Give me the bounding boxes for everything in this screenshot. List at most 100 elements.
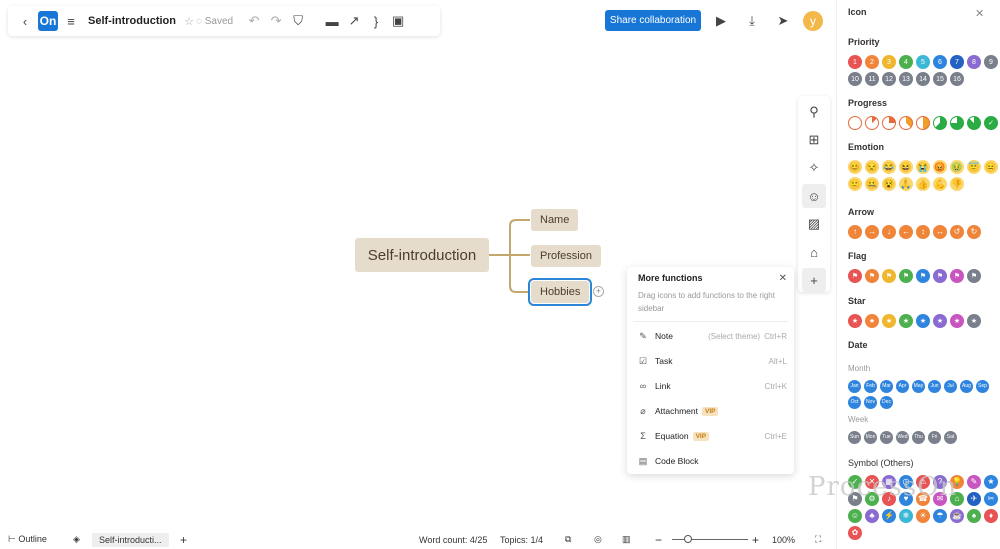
structure-icon[interactable]: ⊞ xyxy=(802,128,826,152)
arrow-3-icon[interactable]: ← xyxy=(899,225,913,239)
month-jun-icon[interactable]: Jun xyxy=(928,380,941,393)
flag-7-icon[interactable]: ⚑ xyxy=(967,269,981,283)
priority-5-icon[interactable]: 5 xyxy=(916,55,930,69)
emotion-8-icon[interactable]: 😐 xyxy=(984,160,998,174)
arrow-5-icon[interactable]: ↔ xyxy=(933,225,947,239)
month-apr-icon[interactable]: Apr xyxy=(896,380,909,393)
add-topic-icon[interactable]: + xyxy=(593,286,604,297)
star-2-icon[interactable]: ★ xyxy=(882,314,896,328)
month-may-icon[interactable]: May xyxy=(912,380,925,393)
priority-8-icon[interactable]: 8 xyxy=(967,55,981,69)
root-topic[interactable]: Self-introduction xyxy=(355,238,489,272)
add-sheet-icon[interactable]: + xyxy=(180,533,187,547)
emotion-5-icon[interactable]: 😡 xyxy=(933,160,947,174)
week-mon-icon[interactable]: Mon xyxy=(864,431,877,444)
emotion-12-icon[interactable]: 🙏 xyxy=(899,177,913,191)
week-thu-icon[interactable]: Thu xyxy=(912,431,925,444)
emotion-0-icon[interactable]: 😊 xyxy=(848,160,862,174)
function-code-block[interactable]: ▤ Code Block xyxy=(637,453,787,469)
image-icon[interactable]: ▨ xyxy=(802,212,826,236)
emotion-10-icon[interactable]: 🤐 xyxy=(865,177,879,191)
zoom-slider-knob[interactable] xyxy=(684,535,692,543)
progress-4-icon[interactable] xyxy=(916,116,930,130)
emotion-1-icon[interactable]: 😒 xyxy=(865,160,879,174)
fit-icon[interactable]: ⧉ xyxy=(565,534,571,545)
locate-icon[interactable]: ◎ xyxy=(594,534,602,545)
style-settings-icon[interactable]: ⚲ xyxy=(802,100,826,124)
symbol-25-icon[interactable]: ♠ xyxy=(967,509,981,523)
week-wed-icon[interactable]: Wed xyxy=(896,431,909,444)
star-3-icon[interactable]: ★ xyxy=(899,314,913,328)
week-tue-icon[interactable]: Tue xyxy=(880,431,893,444)
zoom-in-icon[interactable]: + xyxy=(752,533,759,547)
star-6-icon[interactable]: ★ xyxy=(950,314,964,328)
theme-icon[interactable]: ✧ xyxy=(802,156,826,180)
flag-6-icon[interactable]: ⚑ xyxy=(950,269,964,283)
emotion-14-icon[interactable]: 💪 xyxy=(933,177,947,191)
symbol-19-icon[interactable]: ♣ xyxy=(865,509,879,523)
progress-3-icon[interactable] xyxy=(899,116,913,130)
progress-1-icon[interactable] xyxy=(865,116,879,130)
layers-icon[interactable]: ◈ xyxy=(73,534,80,545)
map-icon[interactable]: ▥ xyxy=(622,534,631,545)
symbol-21-icon[interactable]: ❄ xyxy=(899,509,913,523)
close-icon[interactable]: ✕ xyxy=(975,7,984,20)
flag-5-icon[interactable]: ⚑ xyxy=(933,269,947,283)
flag-3-icon[interactable]: ⚑ xyxy=(899,269,913,283)
emotion-13-icon[interactable]: 👍 xyxy=(916,177,930,191)
star-4-icon[interactable]: ★ xyxy=(916,314,930,328)
priority-6-icon[interactable]: 6 xyxy=(933,55,947,69)
emotion-6-icon[interactable]: 🤢 xyxy=(950,160,964,174)
symbol-20-icon[interactable]: ⚡ xyxy=(882,509,896,523)
symbol-17-icon[interactable]: ✂ xyxy=(984,492,998,506)
topic-profession[interactable]: Profession xyxy=(531,245,601,267)
progress-2-icon[interactable] xyxy=(882,116,896,130)
arrow-4-icon[interactable]: ↕ xyxy=(916,225,930,239)
week-sun-icon[interactable]: Sun xyxy=(848,431,861,444)
priority-12-icon[interactable]: 12 xyxy=(882,72,896,86)
priority-1-icon[interactable]: 1 xyxy=(848,55,862,69)
emotion-7-icon[interactable]: 😇 xyxy=(967,160,981,174)
fullscreen-icon[interactable]: ⛶ xyxy=(815,534,821,545)
emotion-15-icon[interactable]: 👎 xyxy=(950,177,964,191)
month-jul-icon[interactable]: Jul xyxy=(944,380,957,393)
close-icon[interactable]: ✕ xyxy=(779,273,787,284)
emotion-9-icon[interactable]: 🙂 xyxy=(848,177,862,191)
priority-10-icon[interactable]: 10 xyxy=(848,72,862,86)
flag-4-icon[interactable]: ⚑ xyxy=(916,269,930,283)
month-aug-icon[interactable]: Aug xyxy=(960,380,973,393)
tag-icon[interactable]: ⌂ xyxy=(802,240,826,264)
arrow-0-icon[interactable]: ↑ xyxy=(848,225,862,239)
priority-4-icon[interactable]: 4 xyxy=(899,55,913,69)
priority-15-icon[interactable]: 15 xyxy=(933,72,947,86)
progress-6-icon[interactable] xyxy=(950,116,964,130)
symbol-23-icon[interactable]: ☂ xyxy=(933,509,947,523)
arrow-7-icon[interactable]: ↻ xyxy=(967,225,981,239)
flag-1-icon[interactable]: ⚑ xyxy=(865,269,879,283)
star-7-icon[interactable]: ★ xyxy=(967,314,981,328)
emoji-icon[interactable]: ☺ xyxy=(802,184,826,208)
month-dec-icon[interactable]: Dec xyxy=(880,396,893,409)
priority-7-icon[interactable]: 7 xyxy=(950,55,964,69)
priority-2-icon[interactable]: 2 xyxy=(865,55,879,69)
emotion-11-icon[interactable]: 😵 xyxy=(882,177,896,191)
month-mar-icon[interactable]: Mar xyxy=(880,380,893,393)
arrow-2-icon[interactable]: ↓ xyxy=(882,225,896,239)
progress-0-icon[interactable] xyxy=(848,116,862,130)
progress-7-icon[interactable] xyxy=(967,116,981,130)
progress-5-icon[interactable] xyxy=(933,116,947,130)
function-equation[interactable]: Σ Equation VIP Ctrl+E xyxy=(637,428,787,444)
symbol-26-icon[interactable]: ♦ xyxy=(984,509,998,523)
function-link[interactable]: ∞ Link Ctrl+K xyxy=(637,378,787,394)
star-5-icon[interactable]: ★ xyxy=(933,314,947,328)
progress-8-icon[interactable]: ✓ xyxy=(984,116,998,130)
more-functions-icon[interactable]: + xyxy=(802,268,826,292)
priority-9-icon[interactable]: 9 xyxy=(984,55,998,69)
outline-toggle[interactable]: ⊢ Outline xyxy=(8,534,47,545)
function-task[interactable]: ☑ Task Alt+L xyxy=(637,353,787,369)
priority-11-icon[interactable]: 11 xyxy=(865,72,879,86)
mindmap-canvas[interactable]: ‹ On ≡ Self-introduction ☆ ◌ Saved ↶ ↷ ⛉… xyxy=(0,0,836,549)
topic-hobbies[interactable]: Hobbies xyxy=(527,278,593,306)
priority-14-icon[interactable]: 14 xyxy=(916,72,930,86)
priority-16-icon[interactable]: 16 xyxy=(950,72,964,86)
